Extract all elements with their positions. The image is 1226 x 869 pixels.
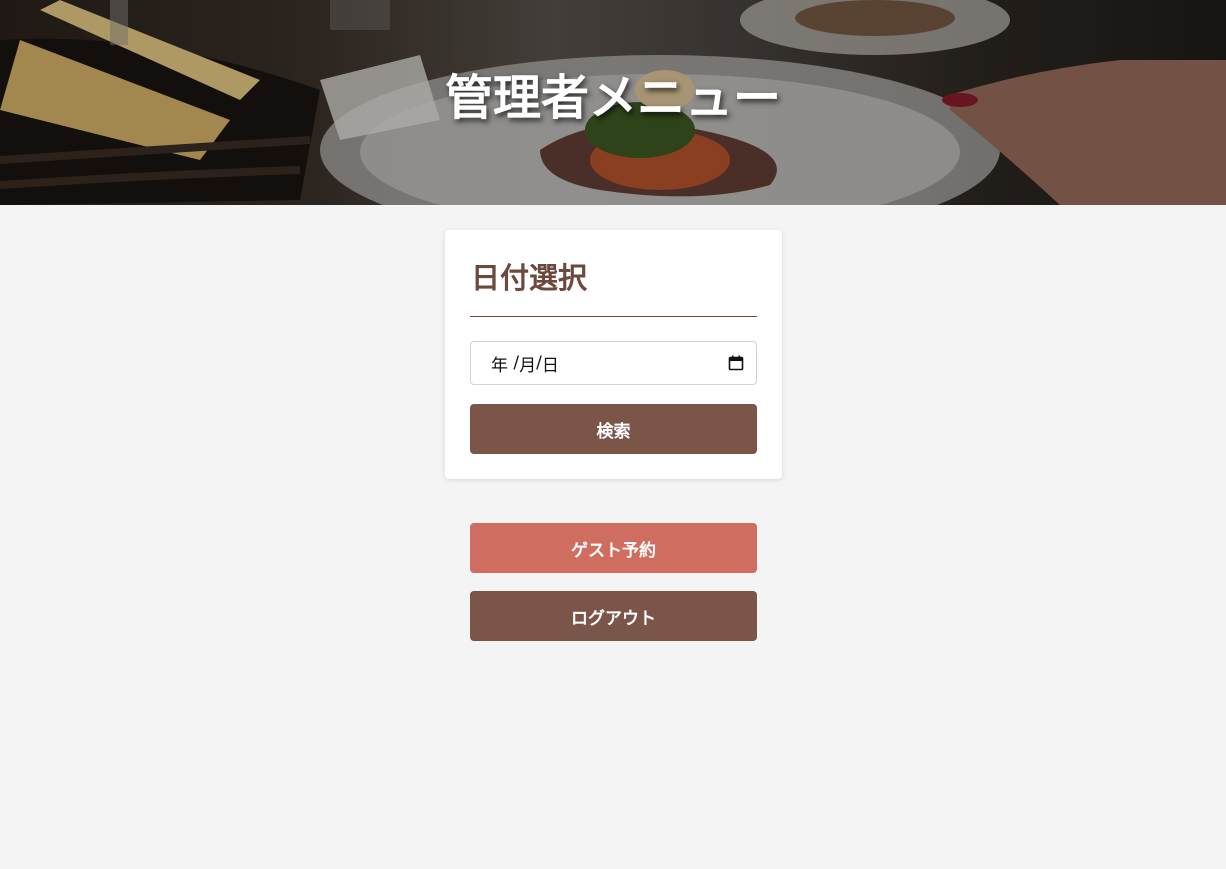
title-divider [470, 316, 757, 317]
page-title: 管理者メニュー [444, 70, 781, 126]
search-button[interactable]: 検索 [470, 404, 757, 454]
date-day-placeholder[interactable]: 日 [542, 351, 559, 376]
date-selection-title: 日付選択 [471, 261, 588, 295]
guest-reservation-button[interactable]: ゲスト予約 [470, 523, 757, 573]
calendar-icon[interactable] [728, 355, 744, 371]
date-month-placeholder[interactable]: 月 [519, 351, 536, 376]
date-input[interactable]: 年 / 月 / 日 [470, 341, 757, 385]
date-year-placeholder[interactable]: 年 [491, 351, 508, 376]
date-separator: / [508, 353, 520, 373]
logout-button[interactable]: ログアウト [470, 591, 757, 641]
hero-banner: 管理者メニュー [0, 0, 1226, 205]
date-selection-card: 日付選択 年 / 月 / 日 検索 [445, 230, 782, 479]
